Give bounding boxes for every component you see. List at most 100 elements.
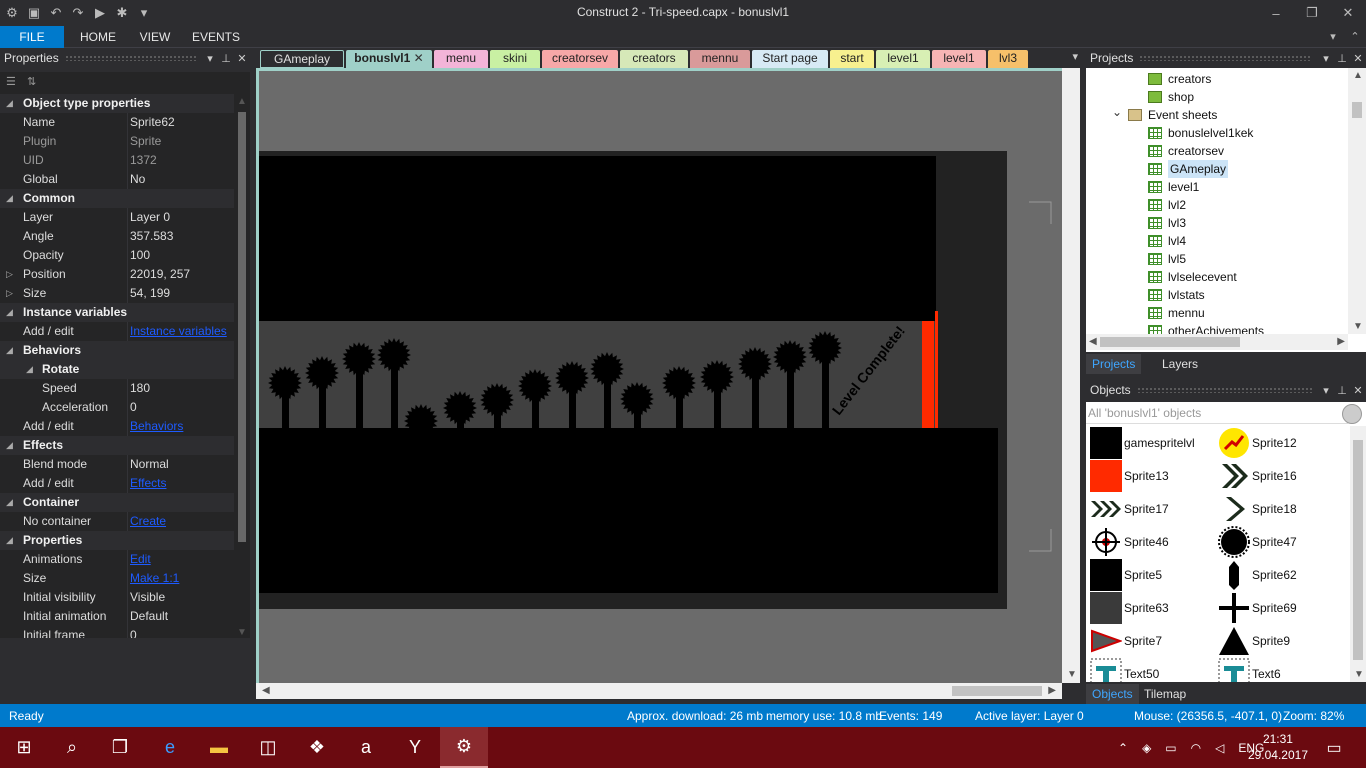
close-panel-icon[interactable]: ✕ [1350, 52, 1366, 65]
search-icon[interactable]: ⌕ [48, 727, 96, 768]
expand-triangle-icon[interactable]: ◢ [6, 341, 13, 360]
tabs-menu-icon[interactable]: ▾ [1072, 50, 1078, 63]
categorized-icon[interactable]: ☰ [6, 76, 16, 88]
filter-options-icon[interactable] [1342, 404, 1362, 424]
property-row[interactable]: Size Make 1:1 [0, 569, 234, 588]
property-row[interactable]: Initial animation Default [0, 607, 234, 626]
property-row[interactable]: Add / edit Behaviors [0, 417, 234, 436]
document-tab[interactable]: skini [490, 50, 540, 68]
document-tab[interactable]: bonuslvl1 ✕ [346, 50, 432, 68]
expand-triangle-icon[interactable]: ◢ [6, 436, 13, 455]
tab-view[interactable]: VIEW [134, 26, 176, 48]
project-tree-item[interactable]: level1 [1148, 178, 1199, 196]
property-value[interactable]: 180 [130, 379, 150, 398]
property-category[interactable]: ◢ Properties [0, 531, 234, 550]
pin-icon[interactable]: ⊥ [1334, 52, 1350, 65]
property-category[interactable]: ◢ Common [0, 189, 234, 208]
document-tab[interactable]: level1 [876, 50, 930, 68]
store-icon[interactable]: ◫ [244, 727, 292, 768]
tab-file[interactable]: FILE [0, 26, 64, 48]
panel-menu-icon[interactable]: ▾ [1318, 384, 1334, 397]
objects-scrollbar[interactable]: ▼ [1350, 426, 1366, 682]
sort-alpha-icon[interactable]: ⇅ [27, 76, 36, 88]
property-link[interactable]: Effects [130, 474, 166, 493]
tab-objects[interactable]: Objects [1086, 684, 1139, 704]
construct-logo-icon[interactable]: ⚙ [4, 5, 20, 21]
project-tree-item[interactable]: bonuslelvel1kek [1148, 124, 1253, 142]
property-value[interactable]: 22019, 257 [130, 265, 190, 284]
object-item[interactable]: Sprite46 [1090, 525, 1169, 558]
pin-icon[interactable]: ⊥ [1334, 384, 1350, 397]
property-row[interactable]: Global No [0, 170, 234, 189]
property-link[interactable]: Edit [130, 550, 151, 569]
property-value[interactable]: 54, 199 [130, 284, 170, 303]
property-category[interactable]: ◢ Instance variables [0, 303, 234, 322]
collapse-chevron-icon[interactable]: ⌄ [1112, 103, 1122, 121]
property-value[interactable]: 357.583 [130, 227, 173, 246]
clock[interactable]: 21:31 29.04.2017 [1248, 731, 1308, 763]
layout-view[interactable]: Level Complete! [259, 71, 1062, 683]
property-row[interactable]: Initial visibility Visible [0, 588, 234, 607]
restore-button[interactable]: ❐ [1294, 0, 1330, 26]
property-row[interactable]: Acceleration 0 [0, 398, 234, 417]
object-item[interactable]: Sprite13 [1090, 459, 1169, 492]
object-item[interactable]: Sprite17 [1090, 492, 1169, 525]
property-link[interactable]: Instance variables [130, 322, 227, 341]
minimize-button[interactable]: – [1258, 0, 1294, 26]
save-icon[interactable]: ▣ [26, 5, 42, 21]
expand-triangle-icon[interactable]: ▷ [6, 265, 13, 284]
object-item[interactable]: Text6 [1218, 657, 1281, 682]
object-item[interactable]: Sprite18 [1218, 492, 1297, 525]
canvas-vertical-scrollbar[interactable]: ▼ [1062, 68, 1080, 683]
object-item[interactable]: Sprite9 [1218, 624, 1290, 657]
run-icon[interactable]: ▶ [92, 5, 108, 21]
document-tab[interactable]: level1 [932, 50, 986, 68]
property-value[interactable]: 0 [130, 626, 137, 638]
property-row[interactable]: No container Create [0, 512, 234, 531]
property-row[interactable]: Plugin Sprite [0, 132, 234, 151]
document-tab[interactable]: menu [434, 50, 488, 68]
expand-triangle-icon[interactable]: ◢ [6, 493, 13, 512]
object-item[interactable]: Sprite47 [1218, 525, 1297, 558]
expand-triangle-icon[interactable]: ◢ [6, 303, 13, 322]
finish-flag[interactable] [922, 321, 934, 428]
property-value[interactable]: Default [130, 607, 168, 626]
property-row[interactable]: Blend mode Normal [0, 455, 234, 474]
project-tree-item[interactable]: lvlstats [1148, 286, 1205, 304]
power-icon[interactable]: ▭ [1165, 741, 1176, 755]
tab-layers[interactable]: Layers [1156, 354, 1204, 374]
object-item[interactable]: gamespritelvl [1090, 426, 1195, 459]
object-item[interactable]: Sprite7 [1090, 624, 1162, 657]
property-row[interactable]: Speed 180 [0, 379, 234, 398]
object-filter-input[interactable]: All 'bonuslvl1' objects [1086, 402, 1348, 424]
construct-taskbar-icon[interactable]: ⚙ [440, 727, 488, 768]
property-row[interactable]: Name Sprite62 [0, 113, 234, 132]
pin-icon[interactable]: ⊥ [218, 52, 234, 65]
notifications-icon[interactable]: ▭ [1310, 727, 1358, 768]
property-value[interactable]: 1372 [130, 151, 157, 170]
property-row[interactable]: Opacity 100 [0, 246, 234, 265]
project-tree-item[interactable]: shop [1148, 88, 1194, 106]
close-panel-icon[interactable]: ✕ [234, 52, 250, 65]
project-tree-item[interactable]: creators [1148, 70, 1211, 88]
document-tab[interactable]: start [830, 50, 874, 68]
canvas-horizontal-scrollbar[interactable]: ◀ ▶ [256, 683, 1062, 699]
property-row[interactable]: Layer Layer 0 [0, 208, 234, 227]
amazon-icon[interactable]: a [342, 727, 390, 768]
object-item[interactable]: Sprite12 [1218, 426, 1297, 459]
project-tree-item[interactable]: lvlselecevent [1148, 268, 1237, 286]
property-row[interactable]: Animations Edit [0, 550, 234, 569]
property-row[interactable]: Angle 357.583 [0, 227, 234, 246]
property-category[interactable]: ◢ Behaviors [0, 341, 234, 360]
property-value[interactable]: 0 [130, 398, 137, 417]
document-tab[interactable]: Start page [752, 50, 828, 68]
property-row[interactable]: ▷ Size 54, 199 [0, 284, 234, 303]
document-tab[interactable]: creatorsev [542, 50, 618, 68]
property-value[interactable]: Sprite62 [130, 113, 175, 132]
object-item[interactable]: Sprite62 [1218, 558, 1297, 591]
property-value[interactable]: 100 [130, 246, 150, 265]
property-link[interactable]: Make 1:1 [130, 569, 179, 588]
property-value[interactable]: Visible [130, 588, 165, 607]
property-value[interactable]: Layer 0 [130, 208, 170, 227]
ribbon-options-icon[interactable]: ▾ [1322, 26, 1344, 48]
